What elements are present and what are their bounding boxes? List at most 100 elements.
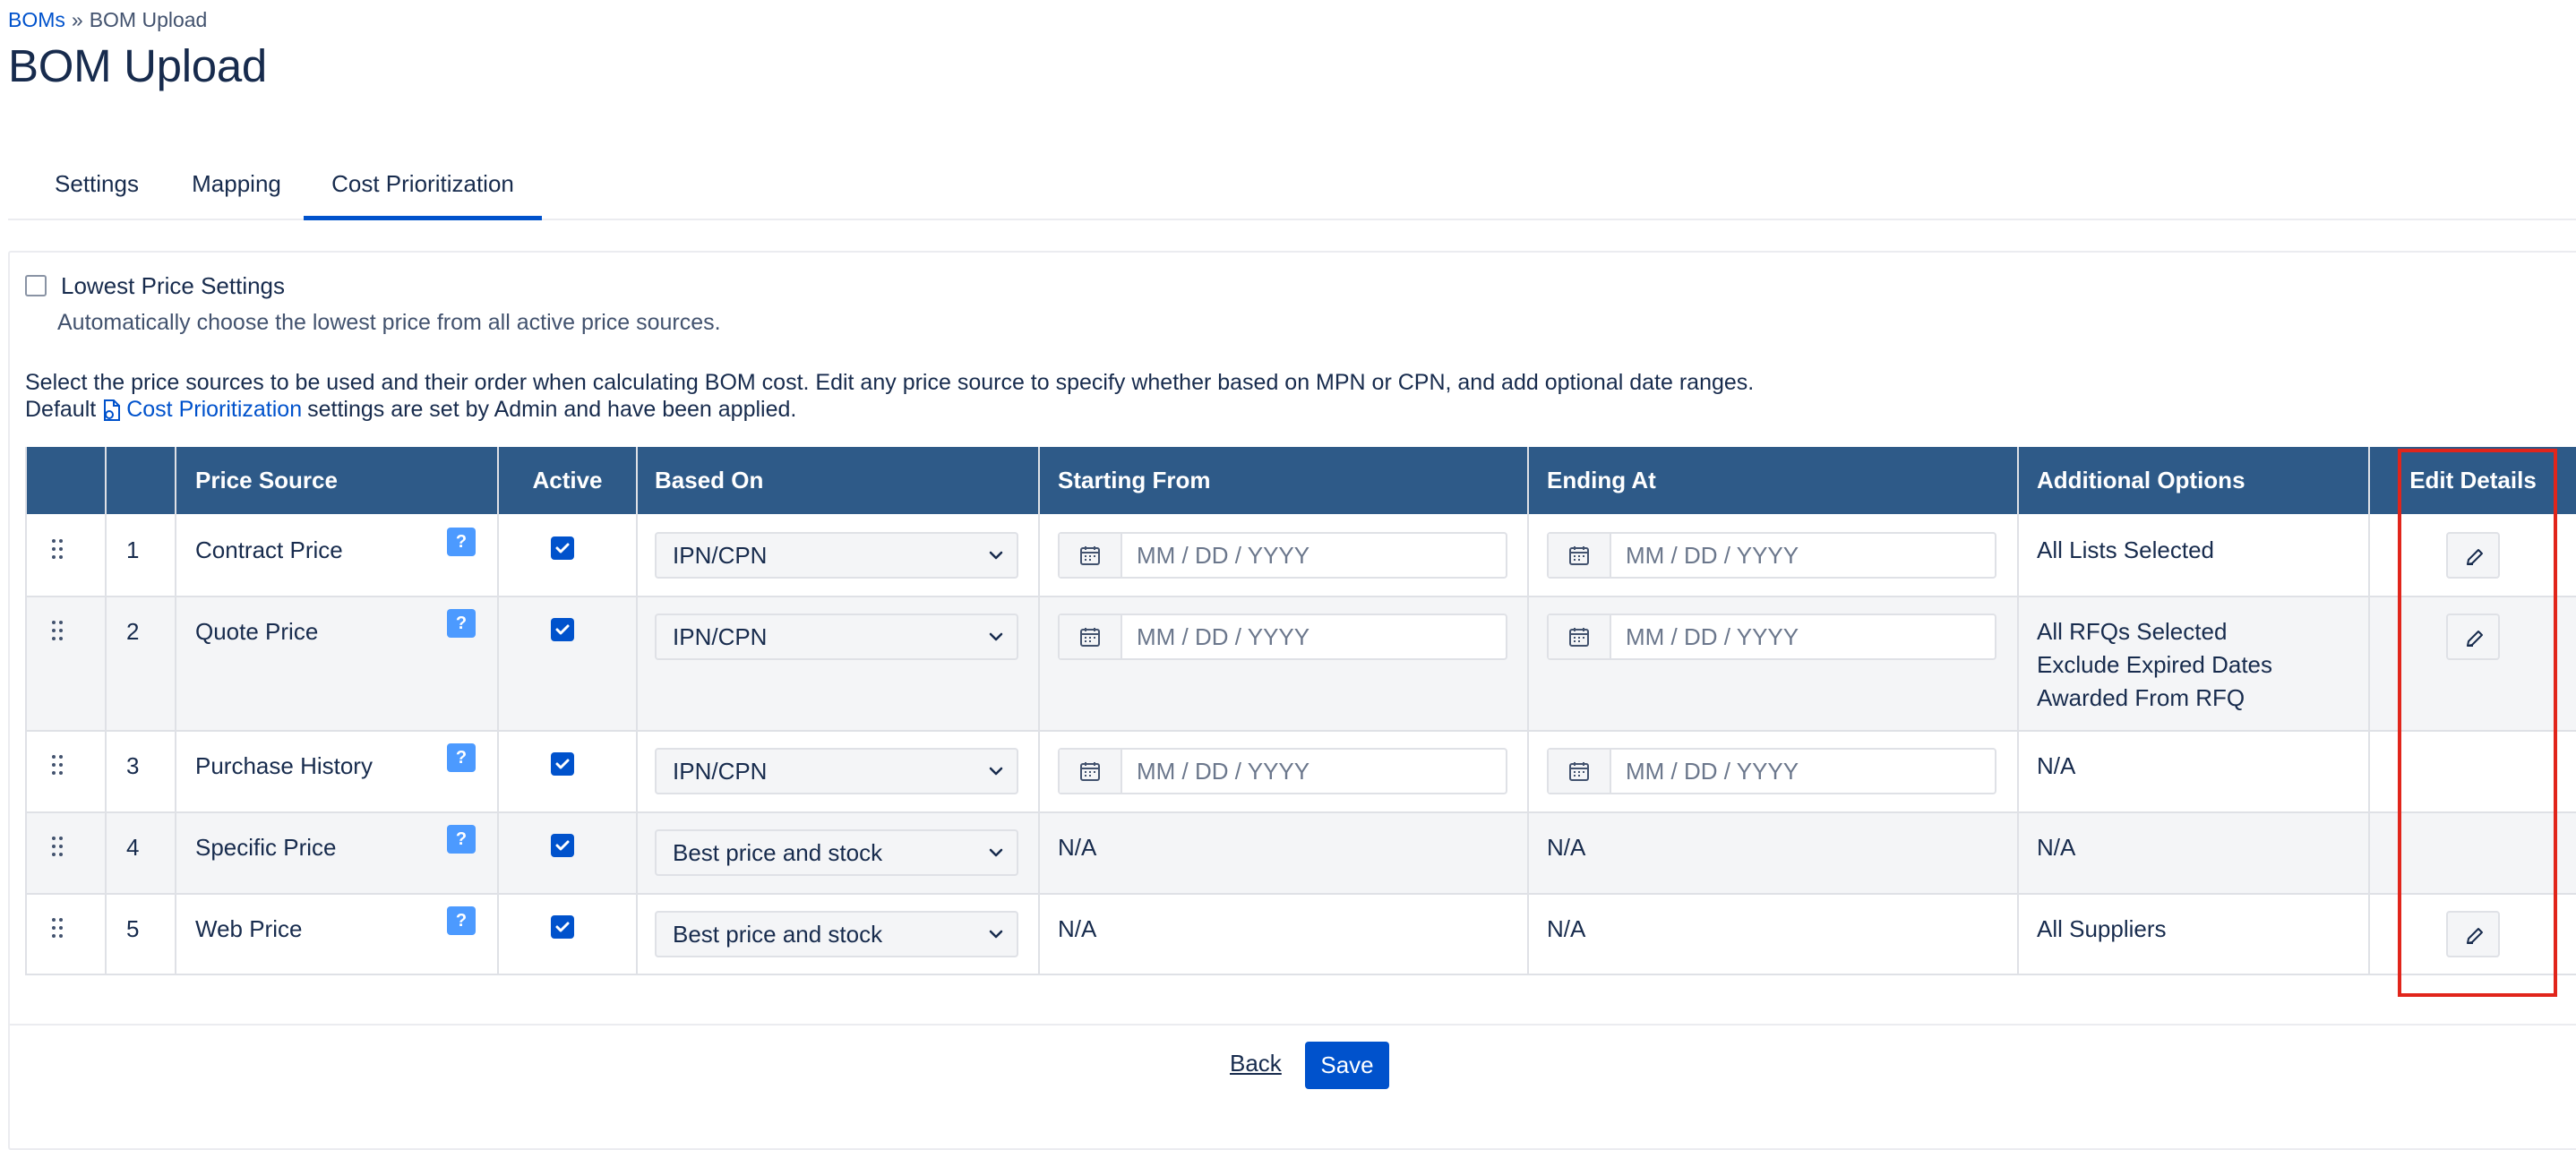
drag-handle-icon[interactable] — [51, 620, 65, 641]
cost-prioritization-link-label: Cost Prioritization — [126, 397, 303, 422]
additional-option: All Lists Selected — [2037, 536, 2214, 563]
check-icon — [555, 922, 570, 932]
date-placeholder: MM / DD / YYYY — [1626, 623, 1799, 650]
row-number: 4 — [126, 834, 140, 861]
drag-handle-icon[interactable] — [51, 917, 65, 939]
date-placeholder: MM / DD / YYYY — [1626, 542, 1799, 569]
help-icon[interactable]: ? — [447, 609, 476, 638]
header-ending-at: Ending At — [1547, 467, 1656, 493]
additional-option: N/A — [2037, 752, 2076, 779]
header-price-source: Price Source — [195, 467, 338, 493]
header-additional-options: Additional Options — [2037, 467, 2245, 493]
price-source-name: Contract Price — [195, 536, 343, 563]
help-icon[interactable]: ? — [447, 906, 476, 935]
chevron-down-icon — [989, 848, 1003, 857]
based-on-select[interactable]: Best price and stock — [655, 829, 1018, 876]
calendar-icon — [1080, 762, 1100, 781]
end-date-input[interactable]: MM / DD / YYYY — [1547, 614, 1996, 660]
additional-option: Awarded From RFQ — [2037, 684, 2245, 711]
breadcrumb: BOMs » BOM Upload — [8, 8, 207, 32]
pencil-icon — [2467, 928, 2483, 944]
drag-handle-icon[interactable] — [51, 538, 65, 560]
table-row — [25, 811, 2576, 893]
based-on-select[interactable]: Best price and stock — [655, 911, 1018, 957]
pencil-icon — [2467, 631, 2483, 647]
default-suffix: settings are set by Admin and have been … — [307, 397, 797, 422]
tab-mapping[interactable]: Mapping — [169, 150, 304, 219]
page-title: BOM Upload — [8, 40, 267, 91]
breadcrumb-current: BOM Upload — [89, 8, 208, 31]
row-number: 3 — [126, 752, 140, 779]
breadcrumb-boms-link[interactable]: BOMs — [8, 8, 65, 31]
based-on-value: IPN/CPN — [673, 758, 768, 785]
lowest-price-checkbox[interactable] — [25, 275, 47, 296]
calendar-icon — [1080, 628, 1100, 647]
footer-divider — [8, 1024, 2576, 1026]
check-icon — [555, 759, 570, 769]
end-date-input[interactable]: MM / DD / YYYY — [1547, 532, 1996, 579]
chevron-down-icon — [989, 767, 1003, 776]
instructions-text: Select the price sources to be used and … — [25, 370, 1755, 395]
start-date-value: N/A — [1058, 834, 1097, 861]
pencil-icon — [2467, 549, 2483, 565]
end-date-input[interactable]: MM / DD / YYYY — [1547, 748, 1996, 794]
based-on-value: IPN/CPN — [673, 623, 768, 650]
check-icon — [555, 840, 570, 851]
lowest-price-label: Lowest Price Settings — [61, 271, 286, 299]
start-date-value: N/A — [1058, 915, 1097, 942]
row-number: 1 — [126, 536, 140, 563]
additional-option: N/A — [2037, 834, 2076, 861]
chevron-down-icon — [989, 632, 1003, 641]
price-sources-table: Price Source Active Based On Starting Fr… — [25, 447, 2576, 975]
help-icon[interactable]: ? — [447, 528, 476, 556]
calendar-icon — [1569, 762, 1589, 781]
save-button[interactable]: Save — [1305, 1042, 1389, 1089]
based-on-select[interactable]: IPN/CPN — [655, 614, 1018, 660]
start-date-input[interactable]: MM / DD / YYYY — [1058, 614, 1507, 660]
drag-handle-icon[interactable] — [51, 836, 65, 857]
end-date-value: N/A — [1547, 834, 1586, 861]
help-icon[interactable]: ? — [447, 825, 476, 854]
additional-option: All Suppliers — [2037, 915, 2167, 942]
document-settings-icon — [104, 399, 121, 421]
calendar-icon — [1569, 546, 1589, 565]
price-source-name: Purchase History — [195, 752, 373, 779]
based-on-select[interactable]: IPN/CPN — [655, 532, 1018, 579]
bom-upload-page: BOMs » BOM Upload BOM Upload Settings Mapp… — [0, 0, 2576, 1150]
edit-details-button[interactable] — [2446, 614, 2500, 660]
active-checkbox[interactable] — [551, 536, 574, 560]
active-checkbox[interactable] — [551, 752, 574, 776]
chevron-down-icon — [989, 930, 1003, 939]
start-date-input[interactable]: MM / DD / YYYY — [1058, 532, 1507, 579]
date-placeholder: MM / DD / YYYY — [1137, 758, 1310, 785]
price-source-name: Specific Price — [195, 834, 337, 861]
calendar-icon — [1569, 628, 1589, 647]
drag-handle-icon[interactable] — [51, 754, 65, 776]
header-edit-details: Edit Details — [2409, 467, 2537, 493]
row-number: 2 — [126, 618, 140, 645]
lowest-price-settings-row: Lowest Price Settings — [25, 272, 285, 299]
based-on-value: Best price and stock — [673, 921, 883, 948]
edit-details-button[interactable] — [2446, 911, 2500, 957]
default-settings-text: Default Cost Prioritization settings are… — [25, 397, 796, 423]
back-link[interactable]: Back — [1230, 1050, 1282, 1077]
cost-prioritization-link[interactable]: Cost Prioritization — [102, 397, 302, 423]
price-source-name: Web Price — [195, 915, 303, 942]
end-date-value: N/A — [1547, 915, 1586, 942]
active-checkbox[interactable] — [551, 834, 574, 857]
active-checkbox[interactable] — [551, 618, 574, 641]
based-on-value: IPN/CPN — [673, 542, 768, 569]
edit-details-button[interactable] — [2446, 532, 2500, 579]
row-number: 5 — [126, 915, 140, 942]
default-prefix: Default — [25, 397, 97, 422]
based-on-select[interactable]: IPN/CPN — [655, 748, 1018, 794]
chevron-down-icon — [989, 551, 1003, 560]
tab-settings[interactable]: Settings — [24, 150, 169, 219]
active-checkbox[interactable] — [551, 915, 574, 939]
tab-cost-prioritization[interactable]: Cost Prioritization — [304, 150, 542, 220]
table-header: Price Source Active Based On Starting Fr… — [25, 447, 2576, 514]
help-icon[interactable]: ? — [447, 743, 476, 772]
start-date-input[interactable]: MM / DD / YYYY — [1058, 748, 1507, 794]
check-icon — [555, 624, 570, 635]
tab-bar: Settings Mapping Cost Prioritization — [8, 150, 2576, 220]
